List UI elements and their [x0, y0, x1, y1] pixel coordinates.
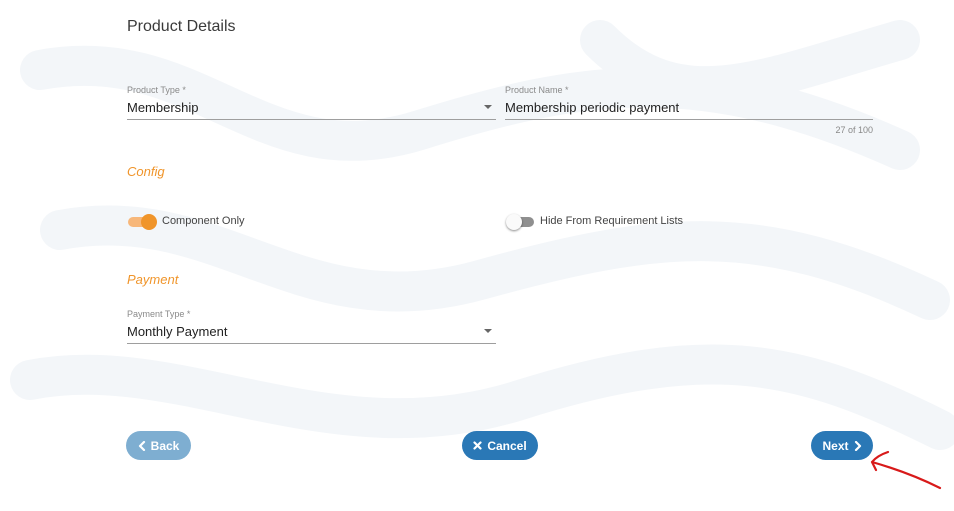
payment-type-dropdown[interactable] [127, 343, 496, 344]
back-button-label: Back [150, 438, 180, 453]
component-only-toggle[interactable] [128, 214, 157, 230]
product-type-dropdown[interactable] [127, 119, 496, 120]
chevron-left-icon [138, 440, 146, 451]
payment-section-title: Payment [127, 272, 179, 287]
product-name-input[interactable]: Membership periodic payment [505, 100, 679, 115]
payment-type-label: Payment Type * [127, 309, 191, 319]
caret-down-icon[interactable] [484, 105, 492, 109]
component-only-label: Component Only [162, 215, 245, 227]
annotation-arrow [870, 450, 942, 490]
back-button[interactable]: Back [126, 431, 191, 460]
product-type-value[interactable]: Membership [127, 100, 199, 115]
caret-down-icon[interactable] [484, 329, 492, 333]
hide-from-requirement-lists-label: Hide From Requirement Lists [540, 215, 684, 227]
hide-from-requirement-lists-toggle[interactable] [506, 214, 534, 230]
product-type-label: Product Type * [127, 85, 186, 95]
cancel-button[interactable]: Cancel [462, 431, 538, 460]
close-icon [473, 441, 482, 450]
character-counter: 27 of 100 [835, 125, 873, 135]
product-name-label: Product Name * [505, 85, 569, 95]
cancel-button-label: Cancel [487, 438, 527, 453]
config-section-title: Config [127, 164, 165, 179]
payment-type-value[interactable]: Monthly Payment [127, 324, 227, 339]
product-name-underline [505, 119, 873, 120]
next-button-label: Next [822, 438, 849, 453]
page-title: Product Details [127, 18, 236, 35]
